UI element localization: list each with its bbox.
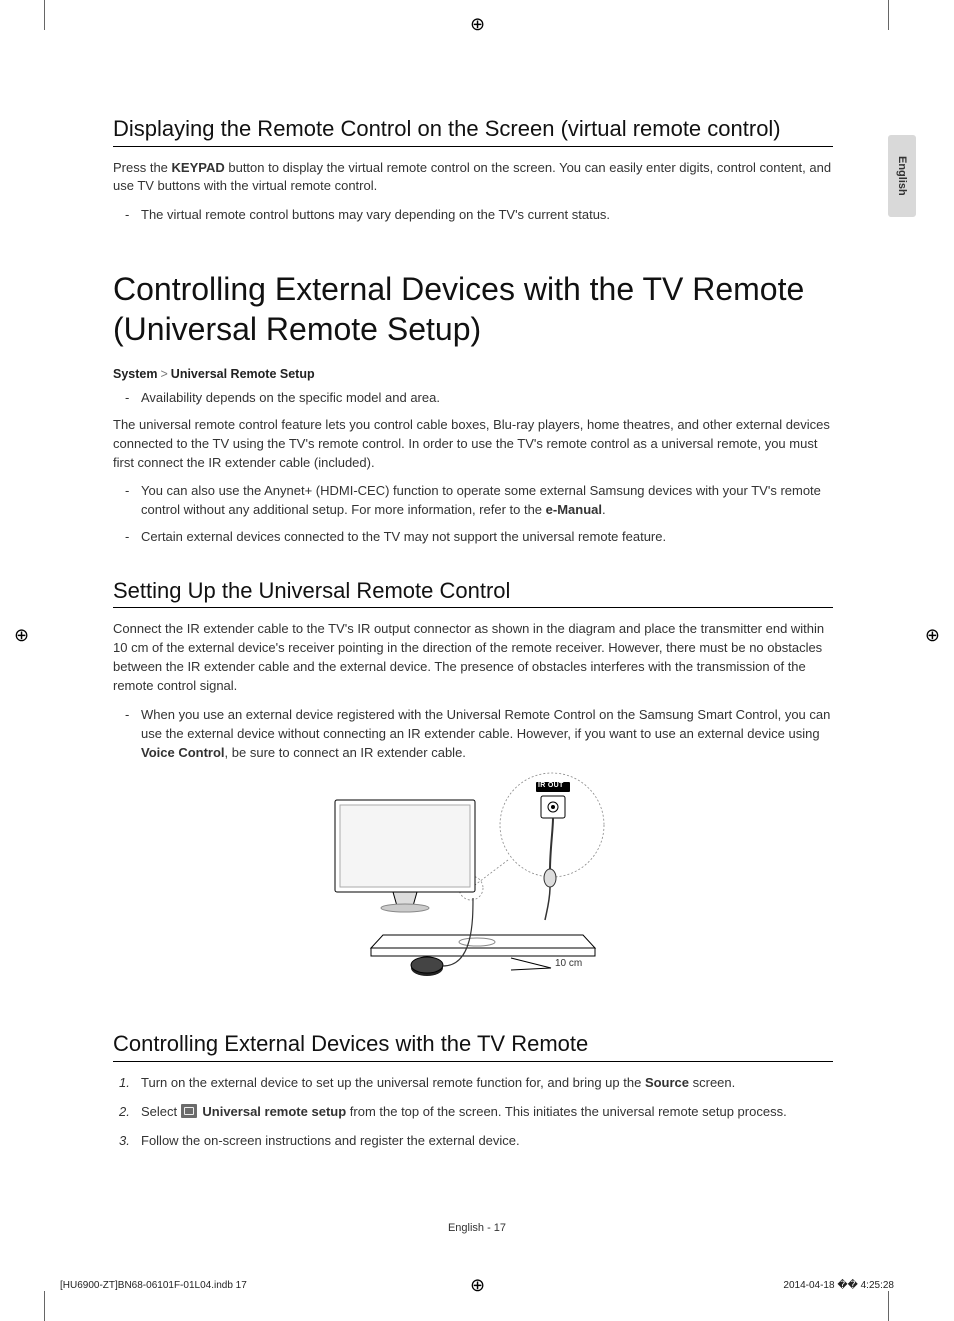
content-area: Displaying the Remote Control on the Scr… — [113, 115, 833, 1160]
print-timestamp: 2014-04-18 �� 4:25:28 — [783, 1280, 894, 1291]
menu-path: System>Universal Remote Setup — [113, 367, 833, 381]
page-number: English - 17 — [0, 1222, 954, 1234]
diagram-container: IR OUT 10 cm — [113, 770, 833, 990]
registration-mark-icon: ⊕ — [925, 625, 940, 646]
heading-virtual-remote: Displaying the Remote Control on the Scr… — [113, 115, 833, 147]
label-ir-out: IR OUT — [538, 782, 564, 789]
paragraph: The universal remote control feature let… — [113, 416, 833, 473]
print-job-id: [HU6900-ZT]BN68-06101F-01L04.indb 17 — [60, 1280, 247, 1291]
crop-mark — [888, 1291, 889, 1321]
heading-controlling-external: Controlling External Devices with the TV… — [113, 1030, 833, 1062]
language-tab: English — [888, 135, 916, 217]
bullet-item: Certain external devices connected to th… — [113, 528, 833, 547]
language-tab-label: English — [896, 156, 908, 196]
heading-setting-up: Setting Up the Universal Remote Control — [113, 577, 833, 609]
registration-mark-icon: ⊕ — [14, 625, 29, 646]
diagram-svg — [323, 770, 623, 990]
bullet-item: You can also use the Anynet+ (HDMI-CEC) … — [113, 482, 833, 520]
registration-mark-icon: ⊕ — [470, 1275, 485, 1296]
crop-mark — [888, 0, 889, 30]
paragraph: Connect the IR extender cable to the TV'… — [113, 620, 833, 695]
ir-extender-diagram: IR OUT 10 cm — [323, 770, 623, 990]
universal-remote-setup-icon — [181, 1104, 197, 1118]
bullet-item: When you use an external device register… — [113, 706, 833, 763]
bullet-item: Availability depends on the specific mod… — [113, 389, 833, 408]
page: ⊕ ⊕ ⊕ ⊕ English Displaying the Remote Co… — [0, 0, 954, 1321]
registration-mark-icon: ⊕ — [470, 14, 485, 35]
paragraph: Press the KEYPAD button to display the v… — [113, 159, 833, 197]
step-3: 3. Follow the on-screen instructions and… — [113, 1132, 833, 1151]
heading-universal-remote-setup: Controlling External Devices with the TV… — [113, 269, 833, 349]
bullet-item: The virtual remote control buttons may v… — [113, 206, 833, 225]
label-10cm: 10 cm — [555, 958, 582, 969]
crop-mark — [44, 0, 45, 30]
step-2: 2. Select Universal remote setup from th… — [113, 1103, 833, 1122]
crop-mark — [44, 1291, 45, 1321]
step-1: 1. Turn on the external device to set up… — [113, 1074, 833, 1093]
